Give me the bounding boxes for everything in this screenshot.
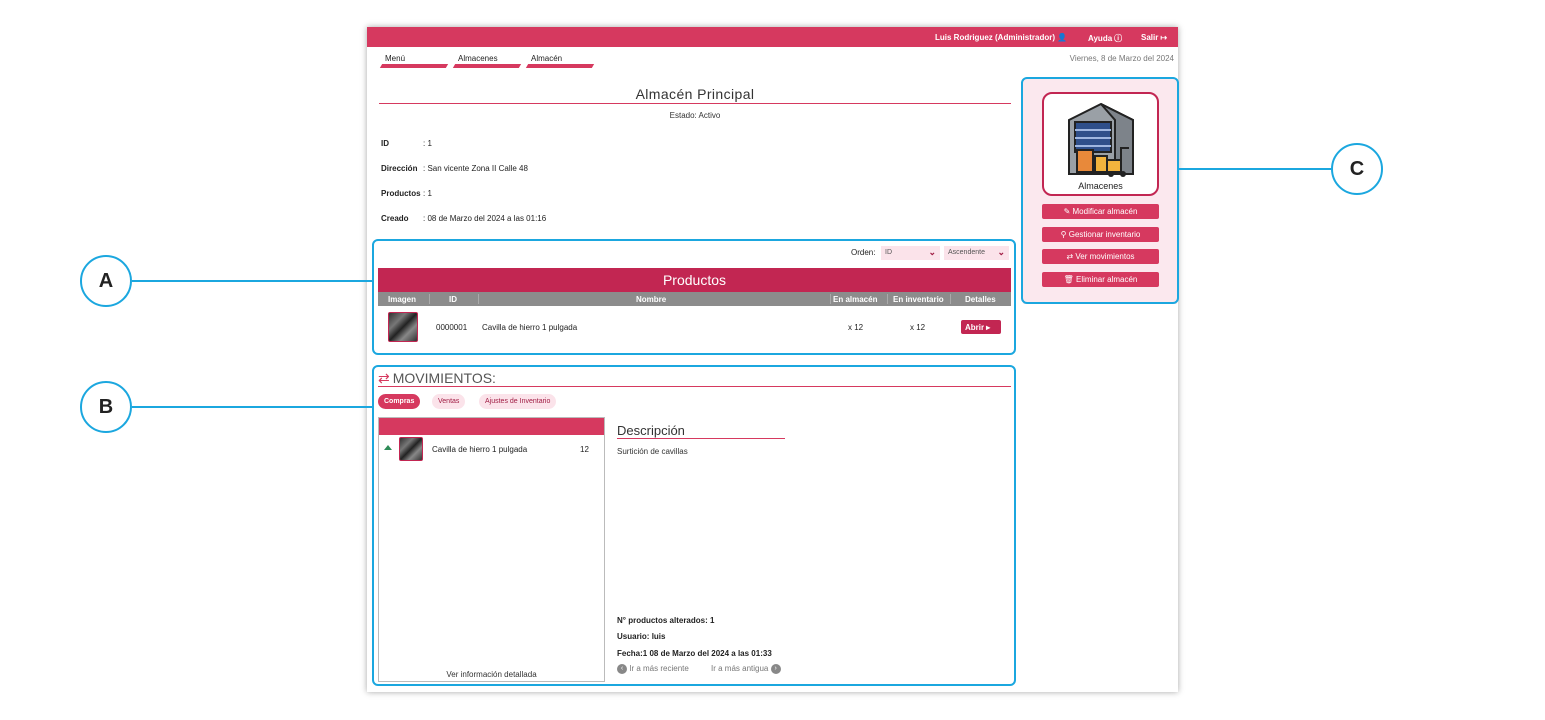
top-bar: Luis Rodriguez (Administrador) 👤 Ayuda ⓘ S…	[367, 27, 1178, 47]
status-text: Estado: Activo	[669, 111, 721, 120]
annotation-label-b: B	[80, 381, 132, 433]
logout-label: Salir	[1141, 33, 1159, 42]
breadcrumb-menu[interactable]: Menú	[379, 54, 451, 68]
help-link[interactable]: Ayuda ⓘ	[1088, 33, 1122, 44]
breadcrumb-underline	[525, 64, 595, 68]
annotation-box-a	[372, 239, 1016, 355]
logout-link[interactable]: Salir ↦	[1141, 33, 1167, 42]
annotation-box-b	[372, 365, 1016, 686]
annotation-box-c	[1021, 77, 1179, 304]
breadcrumb-underline	[452, 64, 522, 68]
info-id-label: ID	[381, 139, 389, 148]
user-menu[interactable]: Luis Rodriguez (Administrador) 👤	[935, 33, 1067, 42]
info-address-value: : San vicente Zona II Calle 48	[423, 164, 528, 173]
breadcrumb-almacen[interactable]: Almacén	[525, 54, 597, 68]
current-date: Viernes, 8 de Marzo del 2024	[1069, 54, 1174, 63]
breadcrumb-almacenes-label: Almacenes	[458, 54, 498, 63]
title-divider	[379, 103, 1011, 104]
help-icon: ⓘ	[1114, 34, 1123, 43]
breadcrumb-almacenes[interactable]: Almacenes	[452, 54, 524, 68]
user-icon: 👤	[1057, 33, 1067, 42]
info-products-label: Productos	[381, 189, 421, 198]
info-created: Creado : 08 de Marzo del 2024 a las 01:16	[381, 214, 546, 223]
user-name: Luis Rodriguez (Administrador)	[935, 33, 1055, 42]
page-title: Almacén Principal	[635, 86, 755, 102]
annotation-leader-b	[132, 406, 372, 408]
annotation-label-c: C	[1331, 143, 1383, 195]
info-address-label: Dirección	[381, 164, 418, 173]
breadcrumb-menu-label: Menú	[385, 54, 406, 63]
annotation-leader-a	[132, 280, 372, 282]
info-id: ID : 1	[381, 139, 432, 148]
annotation-leader-c	[1179, 168, 1331, 170]
breadcrumb-almacen-label: Almacén	[531, 54, 563, 63]
info-created-label: Creado	[381, 214, 409, 223]
logout-icon: ↦	[1160, 33, 1168, 42]
info-id-value: : 1	[423, 139, 432, 148]
info-created-value: : 08 de Marzo del 2024 a las 01:16	[423, 214, 547, 223]
info-products: Productos: 1	[381, 189, 432, 198]
help-label: Ayuda	[1088, 34, 1113, 43]
annotation-label-a: A	[80, 255, 132, 307]
info-products-value: : 1	[423, 189, 432, 198]
info-address: Dirección : San vicente Zona II Calle 48	[381, 164, 528, 173]
breadcrumb-underline	[379, 64, 449, 68]
